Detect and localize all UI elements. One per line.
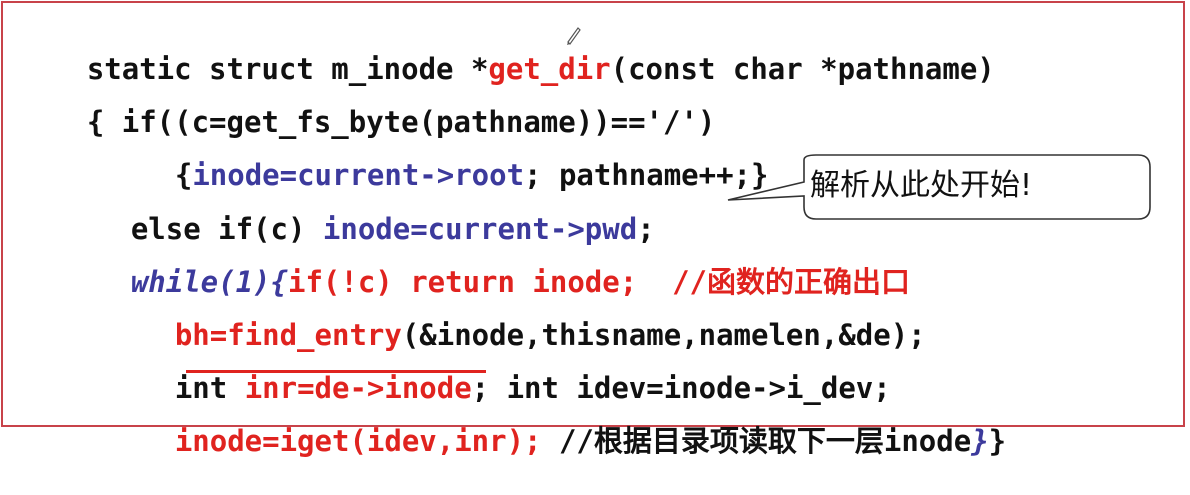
code-line-1: static struct m_inode *get_dir(const cha… [17, 15, 995, 86]
code-line-4: else if(c) inode=current->pwd; [61, 175, 655, 246]
code-line-8: inode=iget(idev,inr); //根据目录项读取下一层inode}… [105, 387, 1006, 458]
iget-call: inode=iget(idev,inr); [174, 424, 542, 458]
code-line-2: { if((c=get_fs_byte(pathname))=='/') [17, 68, 716, 139]
callout-text: 解析从此处开始! [810, 168, 1033, 203]
closing-brace-while: } [971, 424, 989, 458]
iget-comment: //根据目录项读取下一层inode [541, 424, 972, 458]
code-line-6: bh=find_entry(&inode,thisname,namelen,&d… [105, 281, 926, 352]
inr-underline [186, 370, 486, 373]
pencil-cursor-icon [567, 27, 581, 45]
code-line-7: int inr=de->inode; int idev=inode->i_dev… [105, 334, 891, 405]
closing-brace-function: } [988, 424, 1007, 458]
code-line-5: while(1){if(!c) return inode; //函数的正确出口 [61, 228, 910, 299]
code-line-3: {inode=current->root; pathname++;} [105, 121, 769, 192]
